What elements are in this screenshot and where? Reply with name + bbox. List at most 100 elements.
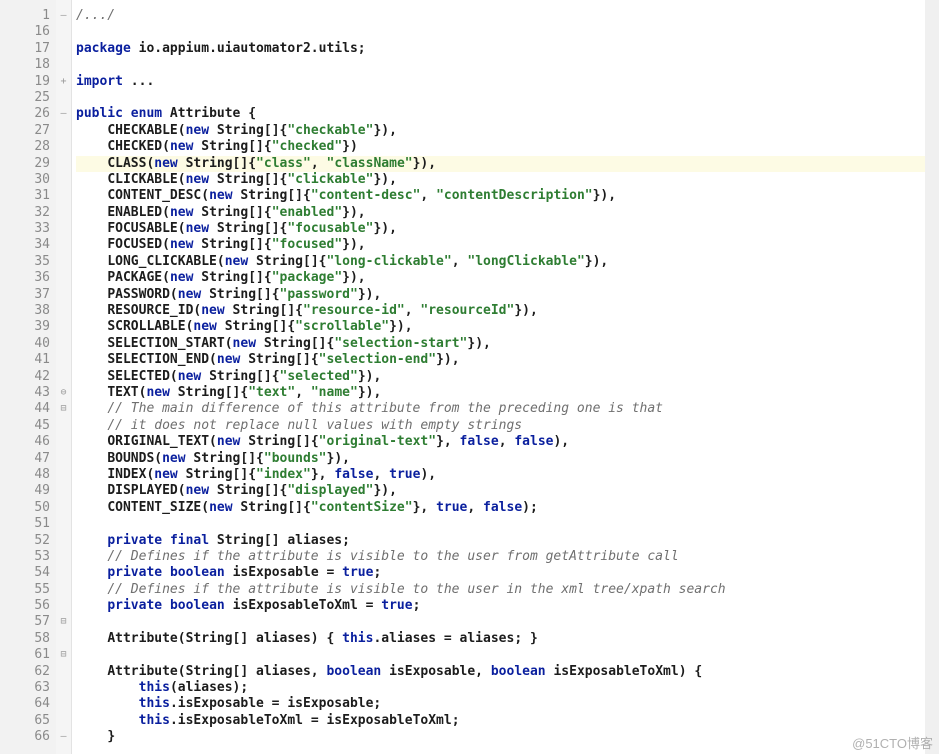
code-line[interactable]: PACKAGE(new String[]{"package"}), <box>76 270 939 286</box>
fold-marker[interactable]: + <box>56 74 71 90</box>
line-number: 28 <box>0 139 50 155</box>
code-line[interactable]: LONG_CLICKABLE(new String[]{"long-clicka… <box>76 254 939 270</box>
code-area[interactable]: /.../ package io.appium.uiautomator2.uti… <box>72 0 939 754</box>
vertical-scrollbar[interactable] <box>925 0 939 754</box>
code-line[interactable]: CONTENT_SIZE(new String[]{"contentSize"}… <box>76 500 939 516</box>
fold-marker[interactable]: ⊖ <box>56 385 71 401</box>
code-line[interactable]: BOUNDS(new String[]{"bounds"}), <box>76 451 939 467</box>
fold-marker[interactable]: ⊟ <box>56 647 71 663</box>
fold-marker[interactable] <box>56 533 71 549</box>
fold-marker[interactable] <box>56 631 71 647</box>
code-line[interactable]: // it does not replace null values with … <box>76 418 939 434</box>
fold-marker[interactable] <box>56 237 71 253</box>
code-line[interactable]: TEXT(new String[]{"text", "name"}), <box>76 385 939 401</box>
fold-marker[interactable] <box>56 451 71 467</box>
code-editor: 1161718192526272829303132333435363738394… <box>0 0 939 754</box>
fold-marker[interactable] <box>56 221 71 237</box>
code-line[interactable]: public enum Attribute { <box>76 106 939 122</box>
code-line[interactable]: this.isExposable = isExposable; <box>76 696 939 712</box>
fold-marker[interactable] <box>56 664 71 680</box>
fold-marker[interactable] <box>56 680 71 696</box>
fold-marker[interactable] <box>56 188 71 204</box>
fold-marker[interactable]: – <box>56 729 71 745</box>
code-line[interactable]: SCROLLABLE(new String[]{"scrollable"}), <box>76 319 939 335</box>
code-line[interactable]: // Defines if the attribute is visible t… <box>76 549 939 565</box>
code-line[interactable]: SELECTED(new String[]{"selected"}), <box>76 369 939 385</box>
code-line[interactable]: CONTENT_DESC(new String[]{"content-desc"… <box>76 188 939 204</box>
fold-marker[interactable] <box>56 172 71 188</box>
code-line[interactable]: FOCUSED(new String[]{"focused"}), <box>76 237 939 253</box>
line-number: 19 <box>0 74 50 90</box>
line-number: 37 <box>0 287 50 303</box>
fold-marker[interactable] <box>56 270 71 286</box>
fold-marker[interactable] <box>56 352 71 368</box>
code-line[interactable]: // The main difference of this attribute… <box>76 401 939 417</box>
fold-marker[interactable]: – <box>56 106 71 122</box>
fold-marker[interactable] <box>56 90 71 106</box>
fold-marker[interactable] <box>56 254 71 270</box>
code-line[interactable]: PASSWORD(new String[]{"password"}), <box>76 287 939 303</box>
code-line[interactable]: private boolean isExposable = true; <box>76 565 939 581</box>
line-number: 33 <box>0 221 50 237</box>
code-line[interactable] <box>76 614 939 630</box>
fold-marker[interactable] <box>56 319 71 335</box>
fold-marker[interactable] <box>56 156 71 172</box>
code-line[interactable] <box>76 647 939 663</box>
code-line[interactable]: } <box>76 729 939 745</box>
fold-marker[interactable] <box>56 123 71 139</box>
code-line[interactable]: private boolean isExposableToXml = true; <box>76 598 939 614</box>
code-line[interactable]: private final String[] aliases; <box>76 533 939 549</box>
fold-marker[interactable] <box>56 434 71 450</box>
code-line[interactable]: DISPLAYED(new String[]{"displayed"}), <box>76 483 939 499</box>
fold-marker[interactable] <box>56 57 71 73</box>
code-line[interactable]: CLICKABLE(new String[]{"clickable"}), <box>76 172 939 188</box>
code-line[interactable]: // Defines if the attribute is visible t… <box>76 582 939 598</box>
fold-marker[interactable] <box>56 696 71 712</box>
fold-marker[interactable] <box>56 369 71 385</box>
code-line[interactable] <box>76 57 939 73</box>
code-line[interactable]: Attribute(String[] aliases) { this.alias… <box>76 631 939 647</box>
code-line[interactable]: INDEX(new String[]{"index"}, false, true… <box>76 467 939 483</box>
code-line[interactable]: /.../ <box>76 8 939 24</box>
fold-marker[interactable] <box>56 139 71 155</box>
fold-marker[interactable] <box>56 336 71 352</box>
fold-marker[interactable] <box>56 483 71 499</box>
code-line[interactable]: SELECTION_START(new String[]{"selection-… <box>76 336 939 352</box>
fold-marker[interactable]: – <box>56 8 71 24</box>
code-line[interactable]: ENABLED(new String[]{"enabled"}), <box>76 205 939 221</box>
code-line[interactable] <box>76 516 939 532</box>
fold-marker[interactable]: ⊟ <box>56 614 71 630</box>
code-line[interactable]: ORIGINAL_TEXT(new String[]{"original-tex… <box>76 434 939 450</box>
code-line[interactable]: import ... <box>76 74 939 90</box>
code-line[interactable]: this(aliases); <box>76 680 939 696</box>
fold-marker[interactable] <box>56 500 71 516</box>
code-line[interactable]: package io.appium.uiautomator2.utils; <box>76 41 939 57</box>
code-line[interactable]: this.isExposableToXml = isExposableToXml… <box>76 713 939 729</box>
line-number-gutter[interactable]: 1161718192526272829303132333435363738394… <box>0 0 56 754</box>
code-line[interactable] <box>76 24 939 40</box>
code-line[interactable]: FOCUSABLE(new String[]{"focusable"}), <box>76 221 939 237</box>
code-line[interactable]: CLASS(new String[]{"class", "className"}… <box>76 156 939 172</box>
fold-marker[interactable] <box>56 549 71 565</box>
fold-marker[interactable] <box>56 287 71 303</box>
fold-marker[interactable] <box>56 713 71 729</box>
code-line[interactable]: RESOURCE_ID(new String[]{"resource-id", … <box>76 303 939 319</box>
fold-marker[interactable] <box>56 467 71 483</box>
fold-marker[interactable] <box>56 516 71 532</box>
code-line[interactable]: CHECKABLE(new String[]{"checkable"}), <box>76 123 939 139</box>
code-line[interactable] <box>76 90 939 106</box>
fold-marker[interactable] <box>56 582 71 598</box>
code-line[interactable]: CHECKED(new String[]{"checked"}) <box>76 139 939 155</box>
line-number: 43 <box>0 385 50 401</box>
fold-marker[interactable] <box>56 565 71 581</box>
fold-marker[interactable]: ⊟ <box>56 401 71 417</box>
fold-marker[interactable] <box>56 205 71 221</box>
fold-marker[interactable] <box>56 41 71 57</box>
fold-marker[interactable] <box>56 24 71 40</box>
fold-marker[interactable] <box>56 303 71 319</box>
fold-marker[interactable] <box>56 418 71 434</box>
fold-marker[interactable] <box>56 598 71 614</box>
fold-gutter[interactable]: –+–⊖⊟⊟⊟– <box>56 0 72 754</box>
code-line[interactable]: Attribute(String[] aliases, boolean isEx… <box>76 664 939 680</box>
code-line[interactable]: SELECTION_END(new String[]{"selection-en… <box>76 352 939 368</box>
